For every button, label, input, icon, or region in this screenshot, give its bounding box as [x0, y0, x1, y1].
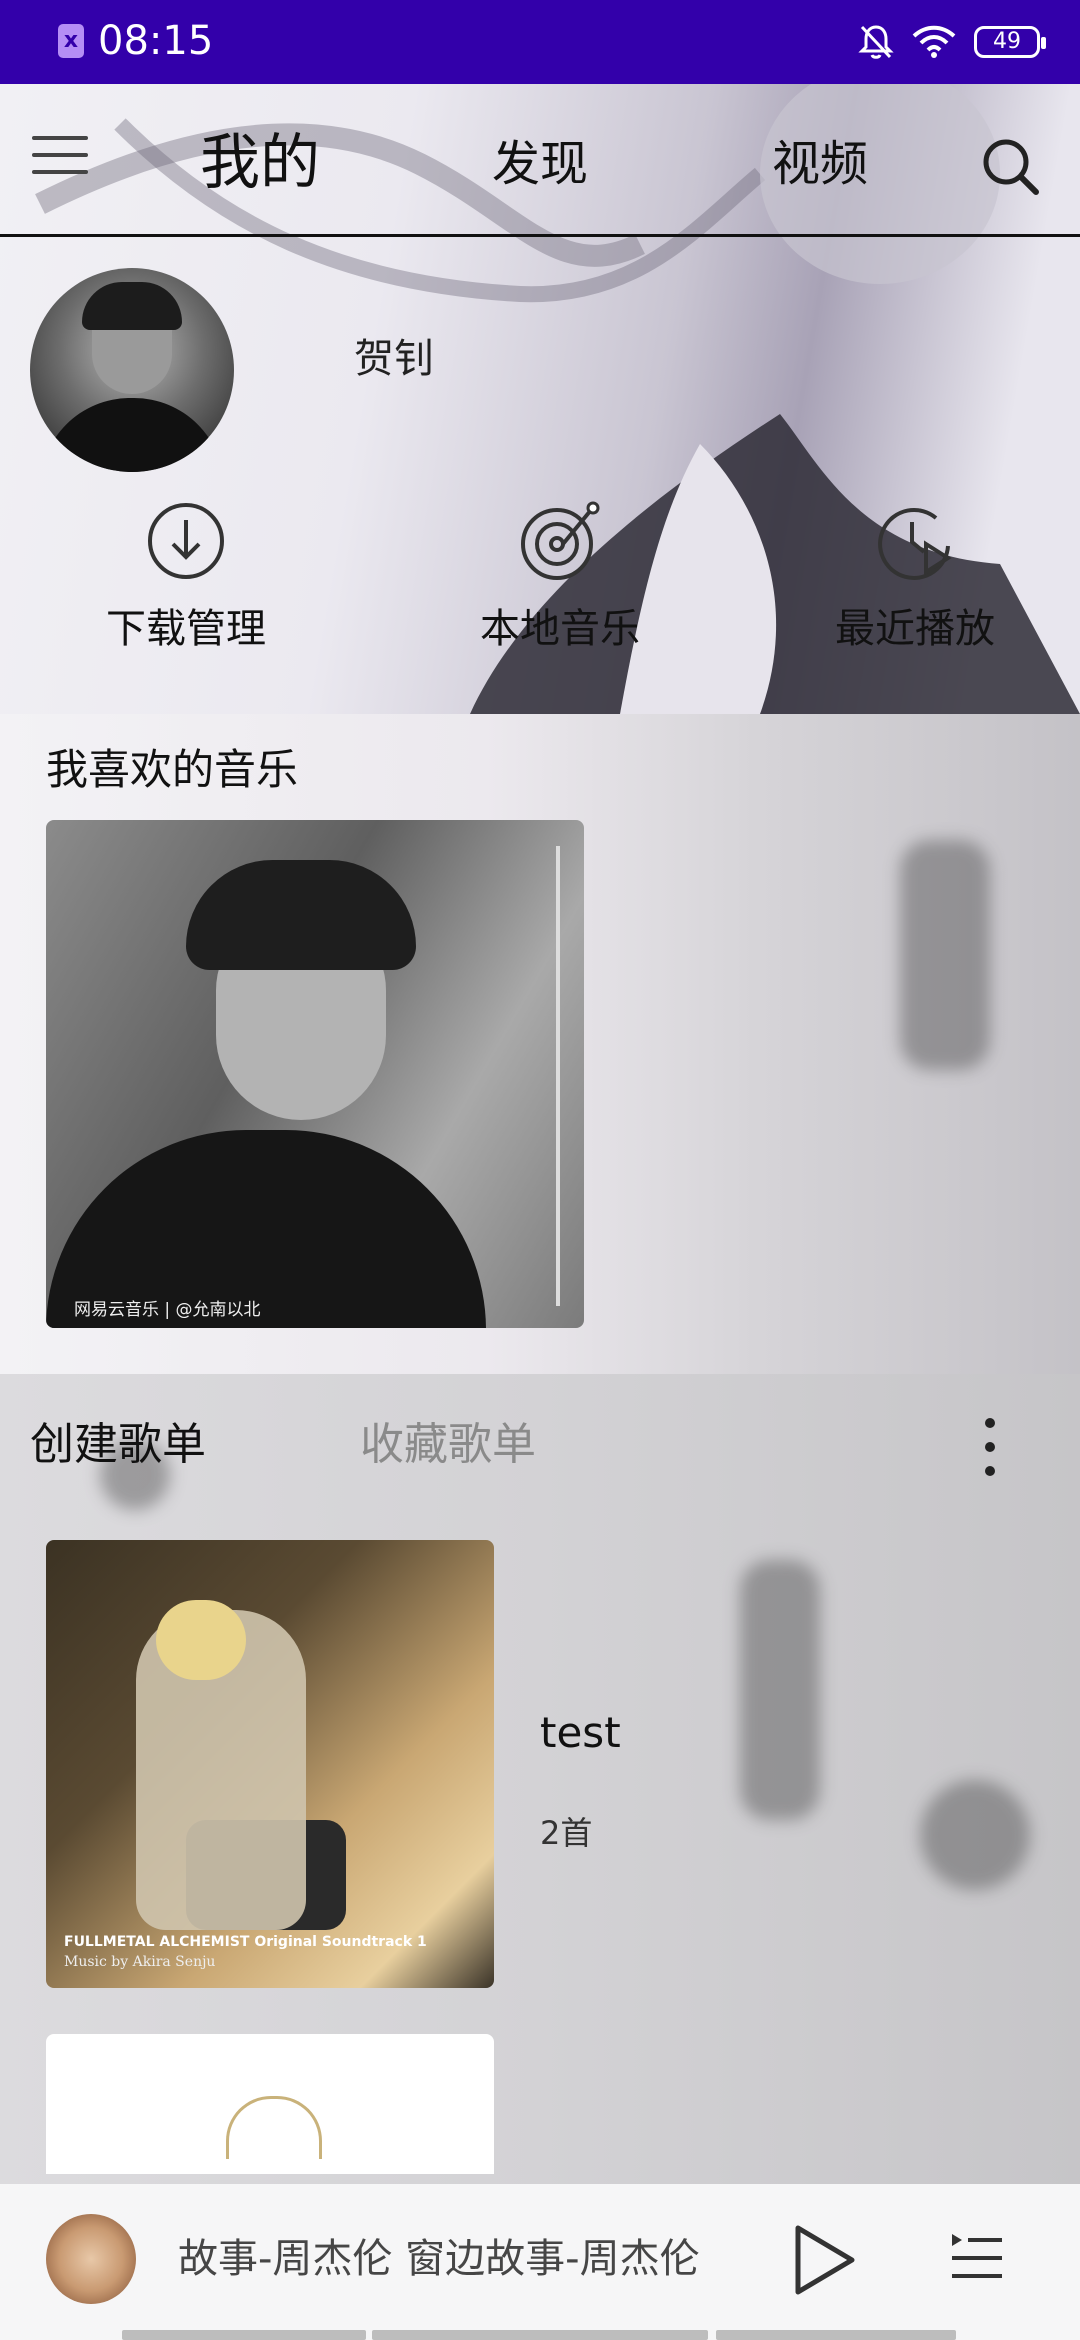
bottom-indicator-segment — [716, 2330, 956, 2340]
download-icon — [148, 503, 224, 579]
status-time: 08:15 — [98, 18, 214, 64]
recent-play-label: 最近播放 — [835, 606, 995, 652]
recent-play-icon — [878, 507, 952, 580]
bottom-indicator-segment — [122, 2330, 366, 2340]
mini-player[interactable]: 故事-周杰伦 窗边故事-周杰伦 — [0, 2184, 1080, 2340]
background-blur-shape — [900, 840, 990, 1070]
tab-discover[interactable]: 发现 — [492, 124, 588, 194]
download-manager-label: 下载管理 — [106, 606, 266, 652]
playlist-icon[interactable] — [948, 2230, 1004, 2286]
notification-app-icon: x — [58, 24, 84, 58]
tab-mine[interactable]: 我的 — [200, 114, 320, 201]
username[interactable]: 贺钊 — [354, 326, 434, 384]
tab-collected-playlists[interactable]: 收藏歌单 — [360, 1408, 536, 1472]
background-blur-shape — [740, 1560, 820, 1820]
local-music-label: 本地音乐 — [480, 606, 640, 652]
status-bar: x 08:15 49 — [0, 0, 1080, 84]
battery-icon: 49 — [974, 26, 1046, 58]
top-nav: 我的 发现 视频 — [0, 84, 1080, 237]
mute-bell-icon — [858, 25, 894, 59]
wifi-icon — [912, 25, 956, 58]
more-options-icon[interactable] — [978, 1418, 1002, 1480]
status-icons: 49 — [858, 20, 1046, 64]
tab-created-playlists[interactable]: 创建歌单 — [30, 1408, 206, 1472]
background-blur-shape — [920, 1780, 1030, 1890]
play-icon[interactable] — [790, 2222, 860, 2298]
search-icon[interactable] — [978, 134, 1042, 198]
favorites-title: 我喜欢的音乐 — [46, 745, 299, 794]
download-manager-button[interactable]: 下载管理 — [66, 500, 306, 654]
now-playing-cover[interactable] — [46, 2214, 136, 2304]
vinyl-icon — [521, 501, 600, 580]
avatar[interactable] — [30, 268, 234, 472]
playlist-track-count: 2首 — [540, 1814, 593, 1852]
local-music-button[interactable]: 本地音乐 — [440, 500, 680, 654]
bottom-indicator-segment — [372, 2330, 708, 2340]
cover-album-title: FULLMETAL ALCHEMIST Original Soundtrack … — [64, 1934, 427, 1950]
menu-icon[interactable] — [32, 136, 88, 180]
now-playing-marquee: 故事-周杰伦 窗边故事-周杰伦 — [178, 2226, 718, 2286]
playlist-cover-next[interactable] — [46, 2034, 494, 2174]
recent-play-button[interactable]: 最近播放 — [795, 500, 1035, 654]
cover-watermark: 网易云音乐 | @允南以北 — [74, 1300, 261, 1320]
cover-album-subtitle: Music by Akira Senju — [64, 1954, 216, 1970]
playlist-cover[interactable]: FULLMETAL ALCHEMIST Original Soundtrack … — [46, 1540, 494, 1988]
playlist-name[interactable]: test — [540, 1708, 621, 1757]
tab-video[interactable]: 视频 — [772, 124, 868, 194]
now-playing-title: 故事-周杰伦 窗边故事-周杰伦 — [178, 2236, 700, 2282]
favorites-cover[interactable]: 网易云音乐 | @允南以北 — [46, 820, 584, 1328]
